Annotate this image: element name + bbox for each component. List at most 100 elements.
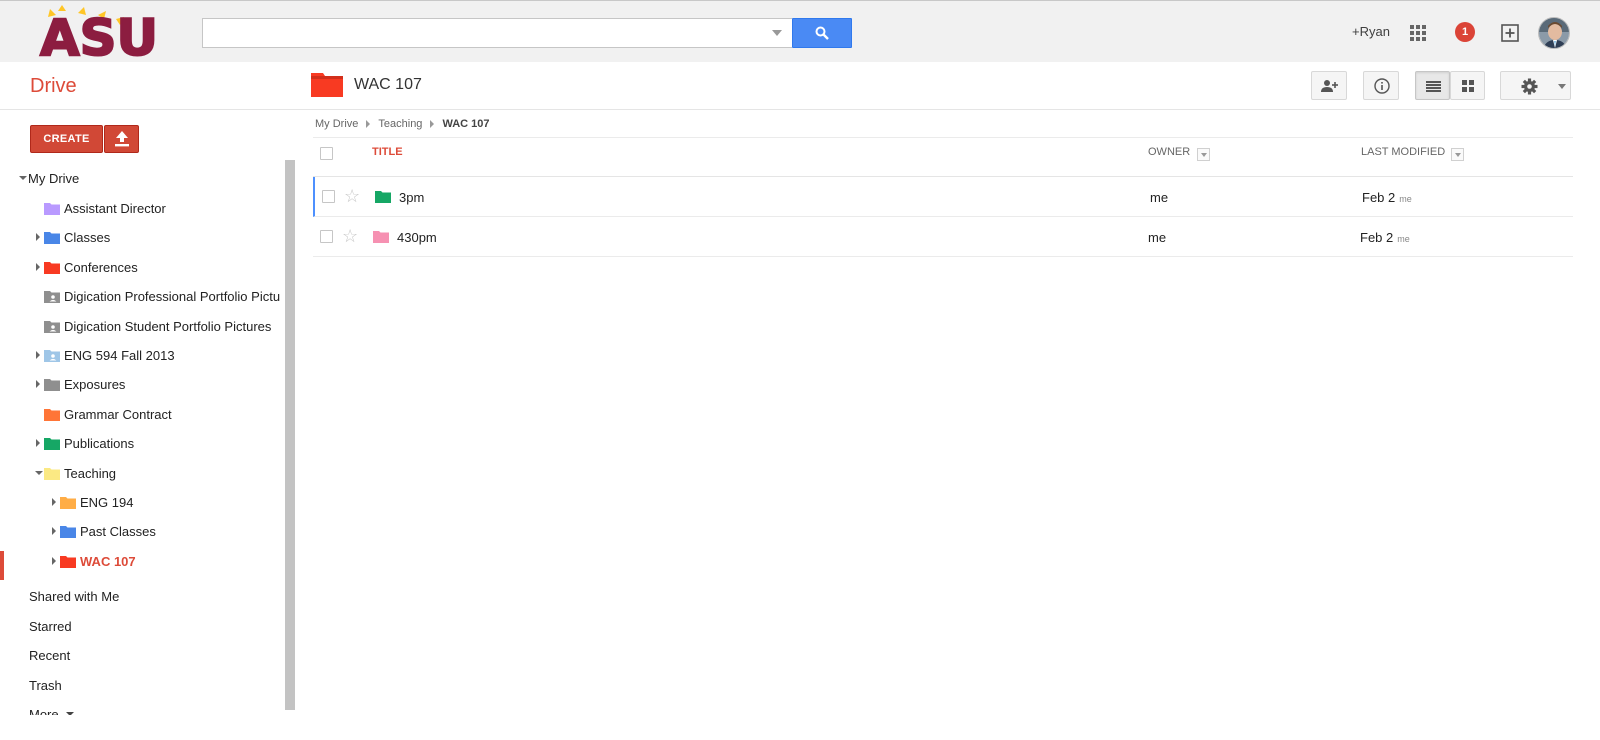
sidebar-item-label: Trash xyxy=(29,677,62,693)
folder-icon xyxy=(44,378,60,392)
column-header-owner[interactable]: OWNER xyxy=(1148,146,1190,158)
upload-button[interactable] xyxy=(104,125,139,153)
sidebar-more-button[interactable]: More xyxy=(0,699,285,715)
sidebar-item-label: Past Classes xyxy=(80,524,156,540)
column-header-title[interactable]: TITLE xyxy=(372,146,403,158)
apps-grid-icon[interactable] xyxy=(1410,25,1426,41)
grid-view-button[interactable] xyxy=(1450,71,1485,100)
sidebar-scrollbar[interactable] xyxy=(285,160,295,710)
sidebar-item-label: More xyxy=(29,707,59,715)
logo-wordmark: ASU xyxy=(40,9,158,59)
chevron-right-icon[interactable] xyxy=(52,527,56,536)
search-options-caret-icon[interactable] xyxy=(772,30,782,36)
gear-icon xyxy=(1521,78,1538,95)
star-icon[interactable]: ☆ xyxy=(342,226,358,246)
list-view-button[interactable] xyxy=(1415,71,1450,100)
details-button[interactable] xyxy=(1363,71,1399,100)
sidebar-item-my-drive[interactable]: My Drive xyxy=(0,163,285,193)
modified-sort-dropdown-icon[interactable] xyxy=(1451,148,1464,161)
sidebar-nav-item[interactable]: Trash xyxy=(0,670,285,700)
owner-sort-dropdown-icon[interactable] xyxy=(1197,148,1210,161)
sidebar-item-label: Publications xyxy=(64,436,135,452)
share-button[interactable] xyxy=(1311,71,1347,100)
sidebar-folder-item[interactable]: Digication Professional Portfolio Pictu xyxy=(0,281,285,311)
sidebar-folder-item[interactable]: Digication Student Portfolio Pictures xyxy=(0,311,285,341)
sidebar-folder-item[interactable]: Teaching xyxy=(0,458,285,488)
create-button[interactable]: CREATE xyxy=(30,125,103,153)
sidebar-folder-item[interactable]: Past Classes xyxy=(0,516,285,546)
chevron-down-icon xyxy=(66,712,74,715)
sidebar-item-label: Digication Professional Portfolio Pictu xyxy=(64,289,281,305)
sidebar-item-label: Starred xyxy=(29,618,72,634)
chevron-right-icon[interactable] xyxy=(36,233,40,242)
chevron-right-icon[interactable] xyxy=(36,351,40,359)
header-divider xyxy=(0,109,1600,110)
user-profile-link[interactable]: +Ryan xyxy=(1352,24,1390,39)
file-owner: me xyxy=(1150,190,1169,205)
sidebar-folder-item[interactable]: WAC 107 xyxy=(0,546,285,576)
avatar[interactable] xyxy=(1538,17,1570,49)
chevron-right-icon[interactable] xyxy=(52,556,56,565)
file-name[interactable]: 430pm xyxy=(397,230,437,245)
notifications-badge[interactable]: 1 xyxy=(1455,22,1475,42)
file-last-modified: Feb 2 me xyxy=(1362,190,1412,205)
breadcrumb-my-drive[interactable]: My Drive xyxy=(315,118,358,130)
file-name[interactable]: 3pm xyxy=(399,190,424,205)
breadcrumb-current: WAC 107 xyxy=(442,118,490,131)
search-button[interactable] xyxy=(792,18,852,48)
breadcrumb: My Drive Teaching WAC 107 xyxy=(315,118,490,130)
sidebar-folder-item[interactable]: Grammar Contract xyxy=(0,399,285,429)
sidebar-folder-item[interactable]: Assistant Director xyxy=(0,193,285,223)
breadcrumb-separator-icon xyxy=(430,120,435,129)
app-title[interactable]: Drive xyxy=(30,75,77,98)
file-owner: me xyxy=(1148,230,1167,245)
sidebar-nav-item[interactable]: Starred xyxy=(0,611,285,641)
current-folder-icon xyxy=(311,73,343,97)
sidebar-folder-item[interactable]: ENG 194 xyxy=(0,487,285,517)
sidebar-nav-item[interactable]: Recent xyxy=(0,640,285,670)
sidebar-item-label: ENG 594 Fall 2013 xyxy=(64,348,175,363)
folder-icon xyxy=(60,555,76,568)
settings-button[interactable] xyxy=(1500,71,1571,100)
asu-logo[interactable]: ASU xyxy=(38,5,162,59)
folder-icon xyxy=(44,261,60,274)
chevron-right-icon[interactable] xyxy=(52,498,56,506)
sidebar-folder-item[interactable]: Classes xyxy=(0,222,285,252)
chevron-right-icon[interactable] xyxy=(36,380,40,389)
sidebar-item-label: Classes xyxy=(64,230,111,246)
profile-photo-icon xyxy=(1539,18,1569,48)
modified-date: Feb 2 xyxy=(1362,190,1396,205)
shared-folder-icon xyxy=(44,349,60,362)
shared-folder-icon xyxy=(44,320,60,333)
chevron-down-icon[interactable] xyxy=(19,176,27,180)
sidebar-item-label: Assistant Director xyxy=(64,201,166,216)
breadcrumb-teaching[interactable]: Teaching xyxy=(378,118,422,130)
folder-icon xyxy=(44,467,60,480)
shared-folder-icon xyxy=(44,290,60,304)
table-row[interactable]: ☆ 3pm me Feb 2 me xyxy=(313,177,1573,217)
star-icon[interactable]: ☆ xyxy=(344,186,360,206)
chevron-right-icon[interactable] xyxy=(36,262,40,271)
chevron-down-icon[interactable] xyxy=(35,470,43,475)
add-share-box-icon[interactable] xyxy=(1500,23,1520,43)
sidebar-folder-item[interactable]: Conferences xyxy=(0,252,285,282)
folder-icon xyxy=(373,230,389,243)
chevron-down-icon xyxy=(1558,84,1566,89)
top-bar: ASU +Ryan 1 xyxy=(0,0,1600,62)
sidebar-item-label: Teaching xyxy=(64,465,117,481)
row-checkbox[interactable] xyxy=(322,190,335,203)
sidebar-folder-item[interactable]: Publications xyxy=(0,428,285,458)
sidebar-folder-item[interactable]: Exposures xyxy=(0,369,285,399)
sidebar-item-label: Exposures xyxy=(64,377,126,393)
column-header-last-modified[interactable]: LAST MODIFIED xyxy=(1361,146,1445,158)
sidebar-folder-item[interactable]: ENG 594 Fall 2013 xyxy=(0,340,285,370)
row-checkbox[interactable] xyxy=(320,230,333,243)
chevron-right-icon[interactable] xyxy=(36,439,40,448)
table-row[interactable]: ☆ 430pm me Feb 2 me xyxy=(313,217,1573,257)
search-input[interactable] xyxy=(202,18,792,48)
upload-icon xyxy=(115,131,129,147)
page-title: WAC 107 xyxy=(354,76,422,93)
sidebar-nav-item[interactable]: Shared with Me xyxy=(0,581,285,611)
select-all-checkbox[interactable] xyxy=(320,147,333,160)
sidebar-item-label: Digication Student Portfolio Pictures xyxy=(64,318,272,334)
